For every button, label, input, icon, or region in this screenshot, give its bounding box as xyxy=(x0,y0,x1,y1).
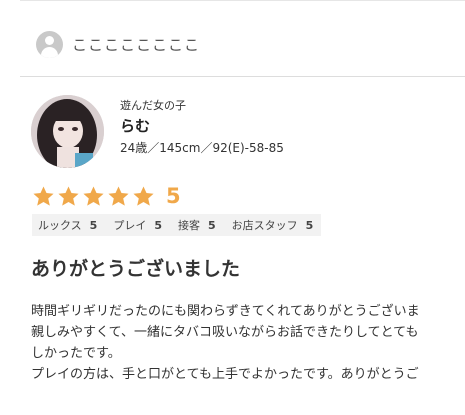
user-icon xyxy=(36,31,63,58)
divider xyxy=(20,76,465,77)
rating-score: 5 xyxy=(166,184,181,208)
star-icon xyxy=(83,185,104,206)
review-line: しかったです。 xyxy=(31,346,121,361)
girl-name[interactable]: らむ xyxy=(120,117,284,136)
review-line: 親しみやすくて、一緒にタバコ吸いながらお話できたりしてとても xyxy=(31,325,419,340)
subrating-label: プレイ xyxy=(113,219,147,232)
star-rating: 5 xyxy=(32,183,181,209)
subratings: ルックス 5 プレイ 5 接客 5 お店スタッフ 5 xyxy=(32,214,322,236)
star-icon xyxy=(133,185,154,206)
subrating-label: お店スタッフ xyxy=(231,219,298,232)
girl-spec: 24歳／145cm／92(E)-58-85 xyxy=(120,141,284,155)
reviewer[interactable]: ここここここここ xyxy=(36,31,200,58)
girl-label: 遊んだ女の子 xyxy=(120,99,186,112)
subrating-item: 接客 5 xyxy=(178,217,216,233)
review-line: プレイの方は、手と口がとても上手でよかったです。ありがとうご xyxy=(31,367,419,382)
subrating-label: ルックス xyxy=(38,219,82,232)
girl-info: 遊んだ女の子 らむ 24歳／145cm／92(E)-58-85 xyxy=(120,99,284,156)
girl-avatar[interactable] xyxy=(31,95,104,168)
subrating-value: 5 xyxy=(305,218,314,232)
review-line: 時間ギリギリだったのにも関わらずきてくれてありがとうございま xyxy=(31,304,420,319)
review-card: ここここここここ 遊んだ女の子 らむ 24歳／145cm／92(E)-58-85… xyxy=(0,0,465,415)
review-title: ありがとうございました xyxy=(31,258,241,280)
subrating-item: ルックス 5 xyxy=(38,217,97,233)
subrating-item: お店スタッフ 5 xyxy=(232,217,314,233)
subrating-item: プレイ 5 xyxy=(113,217,162,233)
stars xyxy=(32,185,157,208)
subrating-value: 5 xyxy=(154,218,162,232)
subrating-value: 5 xyxy=(207,218,216,232)
review-body: 時間ギリギリだったのにも関わらずきてくれてありがとうございま 親しみやすくて、一緒… xyxy=(31,301,465,385)
top-border xyxy=(20,0,465,1)
subrating-label: 接客 xyxy=(177,219,200,232)
star-icon xyxy=(108,185,129,206)
reviewer-name[interactable]: ここここここここ xyxy=(72,34,200,55)
subrating-value: 5 xyxy=(89,218,98,232)
star-icon xyxy=(58,185,79,206)
star-icon xyxy=(33,185,54,206)
